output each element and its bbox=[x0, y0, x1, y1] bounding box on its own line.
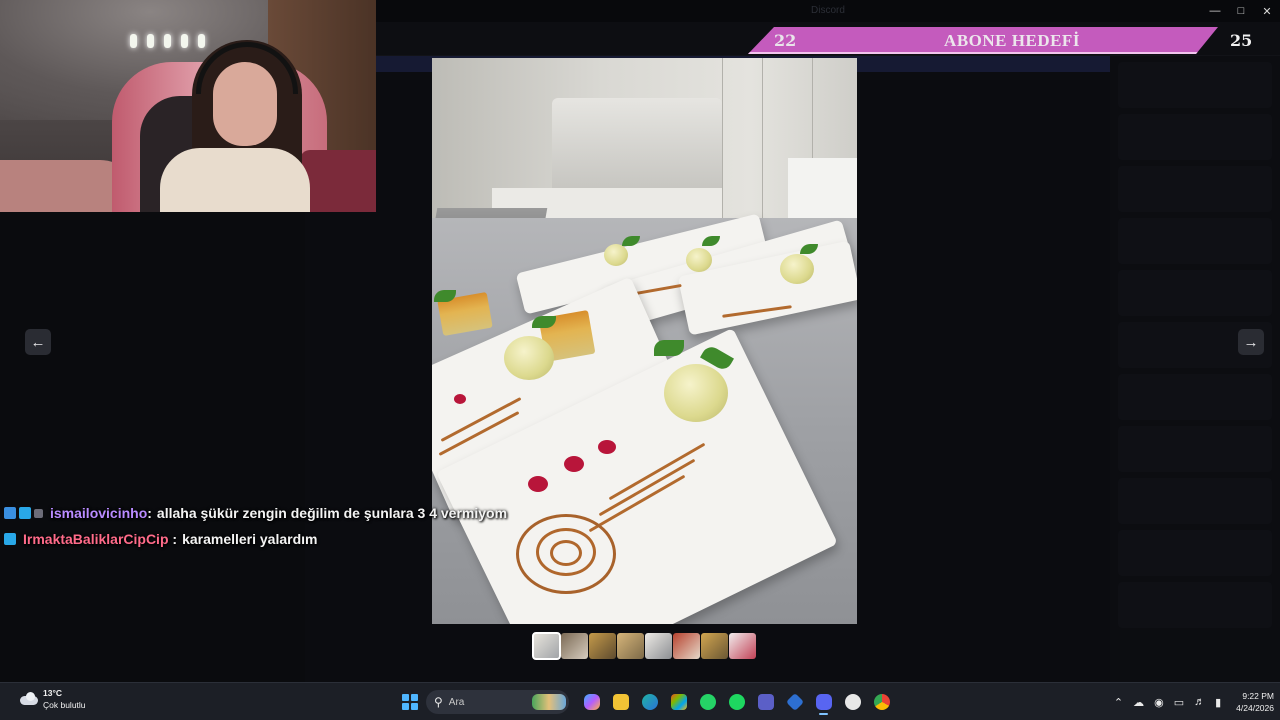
member-item bbox=[1118, 114, 1272, 160]
thumbnail[interactable] bbox=[673, 633, 700, 659]
minimize-icon[interactable]: — bbox=[1202, 0, 1228, 22]
weather-description: Çok bulutlu bbox=[43, 700, 86, 710]
window-controls: — □ ✕ bbox=[1202, 0, 1280, 22]
stream-chat-overlay: ismailovicinho : allaha şükür zengin değ… bbox=[4, 500, 507, 552]
thumbnail[interactable] bbox=[561, 633, 588, 659]
badge-icon bbox=[4, 533, 16, 545]
clock-time: 9:22 PM bbox=[1242, 691, 1274, 701]
goal-current-count: 22 bbox=[774, 31, 797, 50]
badge-icon bbox=[19, 507, 31, 519]
microphone-icon[interactable]: ◉ bbox=[1154, 696, 1164, 709]
chat-text: karamelleri yalardım bbox=[182, 531, 318, 547]
badge-icon bbox=[4, 507, 16, 519]
thumbnail[interactable] bbox=[589, 633, 616, 659]
member-item bbox=[1118, 478, 1272, 524]
thumbnail[interactable] bbox=[645, 633, 672, 659]
file-explorer-icon[interactable] bbox=[606, 689, 635, 715]
display-icon[interactable]: ▭ bbox=[1174, 696, 1184, 709]
title-bar: Discord — □ ✕ bbox=[376, 0, 1280, 22]
window-title: Discord bbox=[811, 5, 845, 16]
chat-message: IrmaktaBaliklarCipCip : karamelleri yala… bbox=[4, 526, 507, 552]
clock-date: 4/24/2026 bbox=[1236, 703, 1274, 713]
maximize-icon[interactable]: □ bbox=[1228, 0, 1254, 22]
previous-image-button[interactable]: ← bbox=[25, 329, 51, 355]
channel-sidebar bbox=[0, 212, 305, 682]
steam-icon[interactable] bbox=[838, 689, 867, 715]
chevron-up-icon[interactable]: ⌃ bbox=[1114, 696, 1123, 709]
start-icon[interactable] bbox=[402, 694, 418, 710]
screen: Discord — □ ✕ 22 ABONE HEDEFİ 25 ← → ism… bbox=[0, 0, 1280, 720]
teams-icon[interactable] bbox=[751, 689, 780, 715]
network-app-icon[interactable] bbox=[780, 689, 809, 715]
speaker-icon[interactable]: ♬ bbox=[1194, 696, 1205, 708]
thumbnail[interactable] bbox=[532, 632, 561, 660]
system-clock[interactable]: 9:22 PM 4/24/2026 bbox=[1236, 690, 1274, 714]
taskbar-search[interactable]: ⚲ Ara bbox=[426, 690, 569, 714]
member-list bbox=[1110, 56, 1280, 682]
taskbar: 13°C Çok bulutlu ⚲ Ara ⌃ ☁ ◉ ▭ ♬ ▮ 9:22 … bbox=[0, 682, 1280, 720]
arrow-right-icon: → bbox=[1243, 333, 1259, 351]
search-highlight-image bbox=[532, 694, 566, 710]
weather-widget[interactable]: 13°C Çok bulutlu bbox=[20, 688, 86, 710]
member-item bbox=[1118, 374, 1272, 420]
member-item bbox=[1118, 62, 1272, 108]
system-tray: ⌃ ☁ ◉ ▭ ♬ ▮ 9:22 PM 4/24/2026 bbox=[1109, 687, 1274, 717]
close-icon[interactable]: ✕ bbox=[1254, 0, 1280, 22]
thumbnail[interactable] bbox=[729, 633, 756, 659]
thumbnail-strip bbox=[532, 632, 756, 660]
battery-icon[interactable]: ▮ bbox=[1215, 696, 1221, 709]
chat-username: ismailovicinho bbox=[50, 505, 148, 521]
spotify-icon[interactable] bbox=[722, 689, 751, 715]
member-item bbox=[1118, 530, 1272, 576]
copilot-icon[interactable] bbox=[577, 689, 606, 715]
badge-icon bbox=[34, 508, 43, 518]
chat-text: allaha şükür zengin değilim de şunlara 3… bbox=[156, 505, 508, 521]
member-item bbox=[1118, 218, 1272, 264]
webcam-feed bbox=[0, 0, 376, 212]
goal-target-count: 25 bbox=[1230, 31, 1253, 50]
taskbar-apps: ⚲ Ara bbox=[400, 689, 896, 715]
arrow-left-icon: ← bbox=[30, 333, 46, 351]
search-icon: ⚲ bbox=[434, 695, 443, 709]
store-icon[interactable] bbox=[664, 689, 693, 715]
chat-username: IrmaktaBaliklarCipCip bbox=[23, 531, 169, 547]
thumbnail[interactable] bbox=[701, 633, 728, 659]
member-item bbox=[1118, 270, 1272, 316]
whatsapp-icon[interactable] bbox=[693, 689, 722, 715]
member-item bbox=[1118, 426, 1272, 472]
search-placeholder: Ara bbox=[448, 696, 465, 708]
thumbnail[interactable] bbox=[617, 633, 644, 659]
chat-message: ismailovicinho : allaha şükür zengin değ… bbox=[4, 500, 507, 526]
member-item bbox=[1118, 166, 1272, 212]
edge-icon[interactable] bbox=[635, 689, 664, 715]
member-item bbox=[1118, 582, 1272, 628]
cloud-icon bbox=[20, 692, 38, 706]
discord-icon[interactable] bbox=[809, 689, 838, 715]
cloud-sync-icon[interactable]: ☁ bbox=[1133, 696, 1144, 709]
goal-title: ABONE HEDEFİ bbox=[944, 31, 1080, 50]
chrome-icon[interactable] bbox=[867, 689, 896, 715]
next-image-button[interactable]: → bbox=[1238, 329, 1264, 355]
weather-temperature: 13°C bbox=[43, 688, 62, 698]
